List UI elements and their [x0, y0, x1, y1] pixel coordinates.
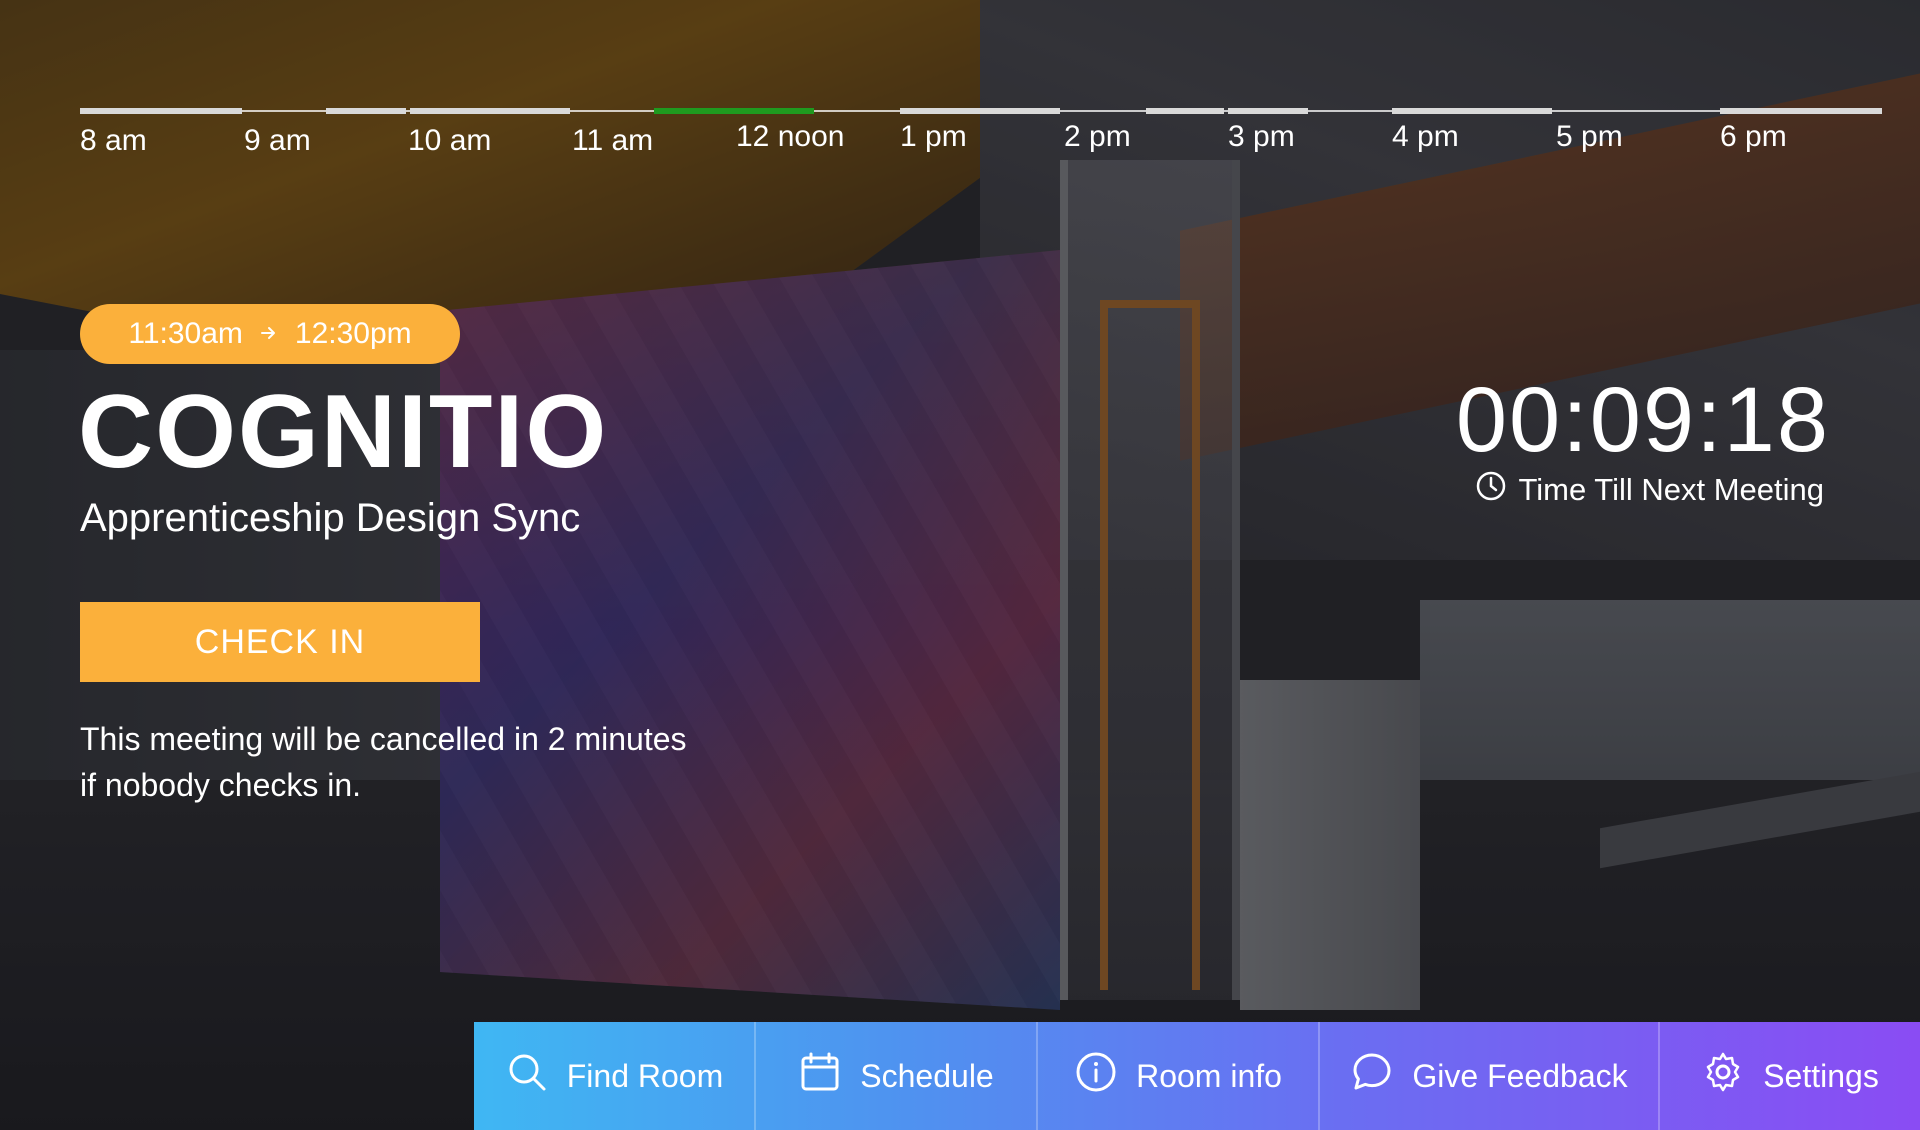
bottom-nav: Find Room Schedule Room info Give Feedba…	[474, 1022, 1920, 1130]
countdown-label: Time Till Next Meeting	[1475, 470, 1825, 510]
schedule-label: Schedule	[860, 1057, 994, 1094]
timeline-block-current[interactable]	[654, 108, 814, 114]
room-info-button[interactable]: Room info	[1038, 1022, 1320, 1130]
meeting-start-time: 11:30am	[128, 317, 243, 350]
timeline-label: 5 pm	[1556, 120, 1623, 153]
give-feedback-label: Give Feedback	[1412, 1057, 1628, 1094]
timeline-block-booked[interactable]	[1146, 108, 1224, 114]
background-office-photo	[0, 0, 1920, 1130]
timeline-label: 10 am	[408, 124, 492, 157]
cancellation-warning: This meeting will be cancelled in 2 minu…	[80, 716, 840, 808]
timeline-label: 9 am	[244, 124, 311, 157]
clock-icon	[1475, 470, 1507, 510]
meeting-title: Apprenticeship Design Sync	[80, 496, 581, 540]
give-feedback-button[interactable]: Give Feedback	[1320, 1022, 1660, 1130]
arrow-right-icon	[259, 317, 279, 351]
timeline-block-booked[interactable]	[410, 108, 570, 114]
meeting-time-badge: 11:30am 12:30pm	[80, 304, 460, 364]
check-in-button[interactable]: CHECK IN	[80, 602, 480, 682]
settings-button[interactable]: Settings	[1660, 1022, 1920, 1130]
timeline-label: 8 am	[80, 124, 147, 157]
find-room-label: Find Room	[566, 1057, 724, 1094]
timeline-block-booked[interactable]	[80, 108, 242, 114]
calendar-icon	[798, 1050, 842, 1102]
cancellation-warning-line: This meeting will be cancelled in 2 minu…	[80, 721, 687, 757]
timeline-block-booked[interactable]	[1720, 108, 1882, 114]
timeline-label: 2 pm	[1064, 120, 1131, 153]
info-icon	[1074, 1050, 1118, 1102]
dim-overlay	[0, 0, 1920, 1130]
timeline-block-booked[interactable]	[1228, 108, 1308, 114]
chat-bubble-icon	[1350, 1050, 1394, 1102]
timeline-label: 6 pm	[1720, 120, 1787, 153]
settings-label: Settings	[1763, 1057, 1879, 1094]
timeline-label: 11 am	[572, 124, 654, 157]
search-icon	[505, 1050, 549, 1102]
schedule-button[interactable]: Schedule	[756, 1022, 1038, 1130]
cancellation-warning-line: if nobody checks in.	[80, 767, 362, 803]
find-room-button[interactable]: Find Room	[474, 1022, 756, 1130]
timeline-label: 4 pm	[1392, 120, 1459, 153]
gear-icon	[1701, 1050, 1745, 1102]
timeline-block-booked[interactable]	[326, 108, 406, 114]
timeline-block-booked[interactable]	[900, 108, 1060, 114]
timeline-label: 1 pm	[900, 120, 967, 153]
countdown-label-text: Time Till Next Meeting	[1518, 472, 1825, 507]
timeline-block-booked[interactable]	[1392, 108, 1552, 114]
room-info-label: Room info	[1136, 1057, 1282, 1094]
meeting-end-time: 12:30pm	[294, 317, 412, 350]
day-timeline[interactable]: 8 am 9 am 10 am 11 am 12 noon 1 pm 2 pm …	[80, 108, 1882, 168]
timeline-label: 3 pm	[1228, 120, 1295, 153]
timeline-label: 12 noon	[736, 120, 845, 153]
room-name: COGNITIO	[78, 374, 609, 490]
next-meeting-countdown: 00:09:18	[1455, 369, 1830, 471]
